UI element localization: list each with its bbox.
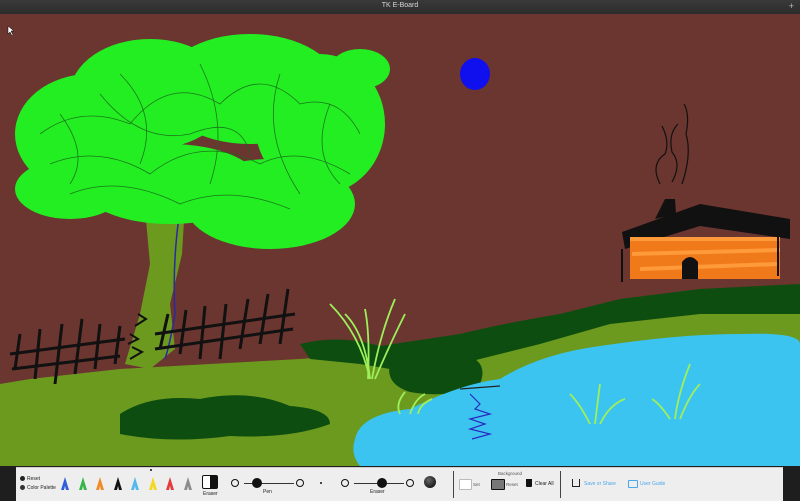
color-palette-label[interactable]: Color Palette [27, 485, 56, 491]
window-title: TK E-Board [381, 2, 419, 9]
pen-size-max-icon[interactable] [296, 479, 304, 487]
set-background-label[interactable]: Set [473, 482, 480, 487]
selected-indicator [150, 469, 152, 471]
black-pen-icon[interactable] [113, 476, 123, 492]
background-label: Background [498, 471, 523, 476]
video-guide-icon[interactable] [628, 480, 638, 488]
pen-size-knob[interactable] [251, 478, 262, 488]
eraser-size-max-icon[interactable] [406, 479, 414, 487]
red-pen-icon[interactable] [165, 476, 175, 492]
eraser-small-dot [320, 482, 322, 484]
eraser-size-min-icon[interactable] [341, 479, 349, 487]
add-tab-icon[interactable]: + [789, 1, 794, 11]
eraser-button[interactable] [202, 475, 218, 489]
share-icon[interactable] [572, 479, 580, 487]
reset-icon[interactable] [20, 476, 25, 481]
gray-pen-icon[interactable] [183, 476, 193, 492]
reset-background-button[interactable] [491, 479, 505, 490]
eraser-large-dot [424, 476, 436, 488]
toolbar: Reset Color Palette Eraser Pen Eraser Ba… [16, 467, 783, 501]
orange-pen-icon[interactable] [95, 476, 105, 492]
yellow-pen-icon[interactable] [148, 476, 158, 492]
set-background-button[interactable] [459, 479, 472, 490]
moon-shape [460, 58, 490, 90]
trash-icon[interactable] [526, 479, 532, 487]
eraser-label: Eraser [203, 491, 218, 497]
lightblue-pen-icon[interactable] [130, 476, 140, 492]
eraser-size-knob[interactable] [376, 478, 387, 488]
eraser-size-label: Eraser [370, 489, 385, 495]
reset-background-label[interactable]: Reset [506, 482, 518, 487]
blue-pen-icon[interactable] [60, 476, 70, 492]
user-guide-label[interactable]: User Guide [640, 481, 665, 487]
pen-label: Pen [263, 489, 272, 495]
save-share-label[interactable]: Save or Share [584, 481, 616, 487]
drawing-canvas[interactable] [0, 14, 800, 466]
house-wall [630, 239, 780, 279]
separator-1 [453, 471, 454, 498]
reset-label[interactable]: Reset [27, 476, 40, 482]
pen-size-min-icon[interactable] [231, 479, 239, 487]
green-pen-icon[interactable] [78, 476, 88, 492]
separator-2 [560, 471, 561, 498]
color-palette-icon[interactable] [20, 485, 25, 490]
title-bar: TK E-Board + [0, 0, 800, 15]
house-door [682, 257, 698, 279]
clear-all-label[interactable]: Clear All [535, 481, 554, 487]
